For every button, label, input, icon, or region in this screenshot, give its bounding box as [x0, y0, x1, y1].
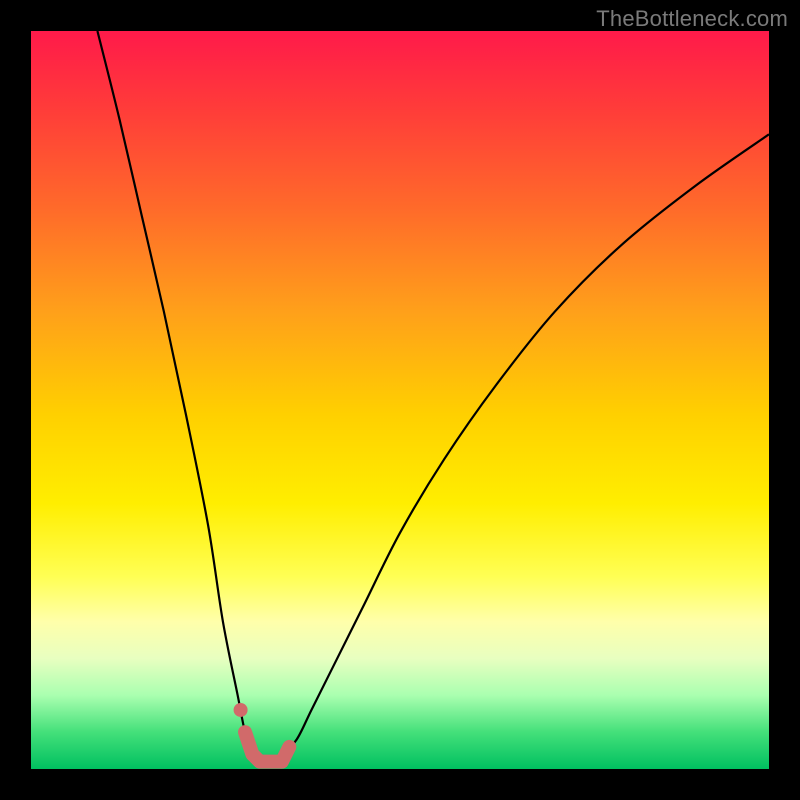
bottleneck-curve [97, 31, 769, 762]
watermark-text: TheBottleneck.com [596, 6, 788, 32]
chart-frame: TheBottleneck.com [0, 0, 800, 800]
flat-bottom-markers [234, 703, 290, 762]
plot-area [31, 31, 769, 769]
chart-svg [31, 31, 769, 769]
